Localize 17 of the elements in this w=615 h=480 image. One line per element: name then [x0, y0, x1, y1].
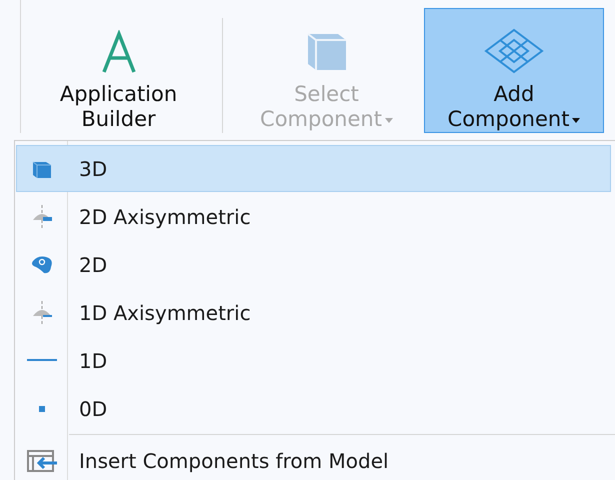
wireframe-cube-icon: [484, 28, 544, 74]
blob-icon: [30, 254, 54, 274]
insert-icon: [26, 448, 58, 472]
line-icon: [27, 359, 57, 362]
axisymmetric-icon: [31, 300, 53, 326]
menu-item[interactable]: Insert Components from Model: [16, 437, 611, 480]
menu-item[interactable]: 0D: [16, 385, 611, 432]
letter-a-icon: [100, 30, 136, 74]
ribbon-button[interactable]: Application Builder: [21, 8, 216, 133]
menu-item[interactable]: 2D: [16, 241, 611, 288]
menu-item[interactable]: 1D: [16, 337, 611, 384]
cube-icon: [32, 158, 52, 178]
menu-item[interactable]: 1D Axisymmetric: [16, 289, 611, 336]
ribbon-button[interactable]: Add Component: [424, 8, 604, 133]
menu-item[interactable]: 3D: [16, 145, 611, 192]
axisymmetric-icon: [31, 204, 53, 230]
menu-item[interactable]: 2D Axisymmetric: [16, 193, 611, 240]
